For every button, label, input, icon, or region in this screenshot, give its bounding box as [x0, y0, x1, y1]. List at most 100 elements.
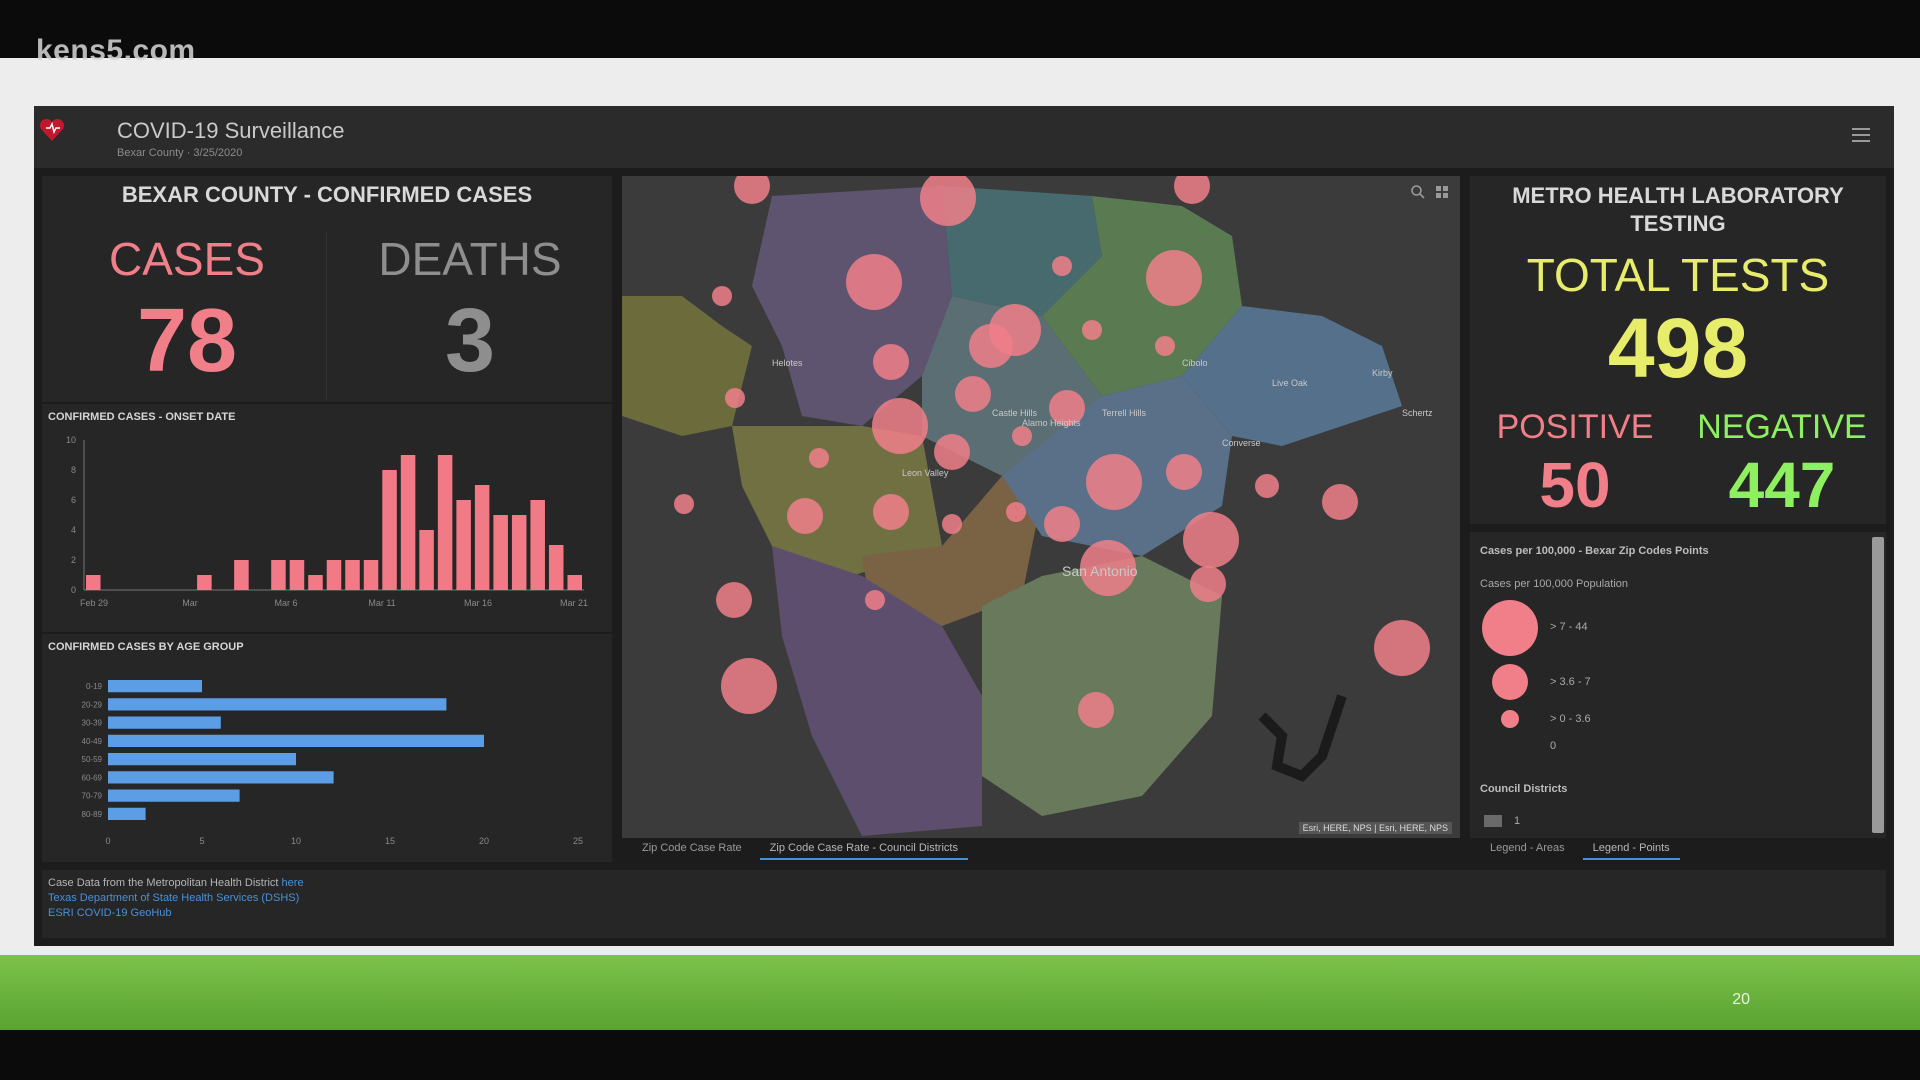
- onset-bar: [456, 500, 471, 590]
- age-y-tick: 70-79: [82, 792, 103, 801]
- age-x-tick: 25: [573, 836, 583, 846]
- age-bar: [108, 698, 447, 711]
- onset-x-tick: Mar 21: [560, 598, 588, 608]
- case-bubble[interactable]: [1086, 454, 1142, 510]
- case-bubble[interactable]: [1012, 426, 1032, 446]
- case-bubble[interactable]: [725, 388, 745, 408]
- case-bubble[interactable]: [712, 286, 732, 306]
- case-bubble[interactable]: [1374, 620, 1430, 676]
- onset-x-tick: Mar: [182, 598, 198, 608]
- map-panel[interactable]: Helotes Leon Valley San Antonio Live Oak Con…: [622, 176, 1460, 838]
- source-link-esri[interactable]: ESRI COVID-19 GeoHub: [48, 906, 172, 921]
- deaths-value: 3: [444, 291, 496, 391]
- tab-legend-areas[interactable]: Legend - Areas: [1480, 838, 1575, 860]
- case-bubble[interactable]: [846, 254, 902, 310]
- case-bubble[interactable]: [1183, 512, 1239, 568]
- onset-bar: [567, 575, 582, 590]
- onset-bar: [511, 515, 527, 590]
- case-bubble[interactable]: [1078, 692, 1114, 728]
- age-y-tick: 0-19: [86, 682, 103, 691]
- map-place-label: Helotes: [772, 358, 803, 368]
- legend-tabs: Legend - Areas Legend - Points: [1480, 838, 1680, 860]
- onset-date-chart: 0 2 4 6 8 10 Feb 29 Mar Mar 6 Mar 11 Mar 16 Mar 21: [66, 435, 588, 608]
- legend-scrollbar[interactable]: [1872, 537, 1884, 833]
- case-bubble[interactable]: [1052, 256, 1072, 276]
- age-bar: [108, 680, 202, 693]
- age-y-tick: 80-89: [82, 810, 103, 819]
- map-canvas[interactable]: Helotes Leon Valley San Antonio Live Oak Con…: [622, 176, 1460, 838]
- onset-bar: [437, 455, 453, 590]
- legend-item-3: > 0 - 3.6: [1550, 713, 1591, 725]
- onset-bar: [493, 515, 508, 590]
- onset-bar: [345, 560, 360, 590]
- case-bubble[interactable]: [955, 376, 991, 412]
- case-bubble[interactable]: [809, 448, 829, 468]
- case-bubble[interactable]: [942, 514, 962, 534]
- cases-value: 78: [136, 291, 238, 391]
- case-bubble[interactable]: [1146, 250, 1202, 306]
- legend-council-swatch: [1484, 815, 1502, 827]
- onset-bar: [326, 560, 342, 590]
- map-place-label: Castle Hills: [992, 408, 1038, 418]
- legend-section-council: Council Districts: [1480, 783, 1568, 795]
- case-bubble[interactable]: [721, 658, 777, 714]
- onset-bar: [419, 530, 434, 590]
- legend-bubble-large: [1482, 600, 1538, 656]
- source-link-here[interactable]: here: [282, 877, 304, 889]
- map-place-label: Kirby: [1372, 368, 1393, 378]
- tab-zip-code-case-rate[interactable]: Zip Code Case Rate: [632, 838, 752, 860]
- case-bubble[interactable]: [1255, 474, 1279, 498]
- age-chart-title: CONFIRMED CASES BY AGE GROUP: [48, 641, 244, 653]
- case-bubble[interactable]: [873, 494, 909, 530]
- case-bubble[interactable]: [1044, 506, 1080, 542]
- case-bubble[interactable]: [1155, 336, 1175, 356]
- map-place-label: Leon Valley: [902, 468, 949, 478]
- case-bubble[interactable]: [1322, 484, 1358, 520]
- case-bubble[interactable]: [873, 344, 909, 380]
- case-bubble[interactable]: [1190, 566, 1226, 602]
- case-bubble[interactable]: [865, 590, 885, 610]
- source-link-dshs[interactable]: Texas Department of State Health Service…: [48, 891, 299, 906]
- case-bubble[interactable]: [1166, 454, 1202, 490]
- map-place-label: Alamo Heights: [1022, 418, 1081, 428]
- legend-title: Cases per 100,000 - Bexar Zip Codes Poin…: [1480, 545, 1709, 557]
- age-y-tick: 50-59: [82, 755, 103, 764]
- case-bubble[interactable]: [872, 398, 928, 454]
- watermark: kens5.com: [36, 34, 196, 67]
- onset-bar: [530, 500, 545, 590]
- negative-value: 447: [1728, 449, 1836, 521]
- dashboard-title: COVID-19 Surveillance: [117, 118, 345, 143]
- map-place-label: San Antonio: [1062, 563, 1138, 579]
- age-bar: [108, 807, 146, 820]
- case-bubble[interactable]: [1082, 320, 1102, 340]
- case-bubble[interactable]: [934, 434, 970, 470]
- age-bar: [108, 716, 221, 729]
- hamburger-menu-icon[interactable]: [1852, 128, 1870, 144]
- onset-bar: [271, 560, 286, 590]
- case-bubble[interactable]: [716, 582, 752, 618]
- onset-bar: [308, 575, 323, 590]
- onset-x-tick: Mar 16: [464, 598, 492, 608]
- case-bubble[interactable]: [674, 494, 694, 514]
- negative-label: NEGATIVE: [1697, 408, 1867, 446]
- age-group-chart: 0-19 20-29 30-39 40-49 50-59 60-69 70-79 80-89 0…: [82, 680, 583, 846]
- search-icon[interactable]: [1410, 184, 1426, 200]
- slide-footer-bar: 20: [0, 955, 1920, 1030]
- legend-bubble-medium: [1492, 664, 1528, 700]
- legend-item-2: > 3.6 - 7: [1550, 676, 1591, 688]
- tab-legend-points[interactable]: Legend - Points: [1582, 838, 1680, 860]
- deaths-label: DEATHS: [378, 233, 562, 285]
- grid-icon[interactable]: [1434, 184, 1450, 200]
- source-line-1-text: Case Data from the Metropolitan Health D…: [48, 877, 279, 889]
- onset-x-tick: Feb 29: [80, 598, 108, 608]
- age-x-tick: 0: [105, 836, 110, 846]
- age-bar: [108, 789, 240, 802]
- case-bubble[interactable]: [1006, 502, 1026, 522]
- cases-label: CASES: [109, 233, 265, 285]
- case-bubble[interactable]: [787, 498, 823, 534]
- onset-bar: [363, 560, 379, 590]
- case-bubble[interactable]: [969, 324, 1013, 368]
- total-tests-label: TOTAL TESTS: [1526, 249, 1830, 301]
- tab-council-districts[interactable]: Zip Code Case Rate - Council Districts: [759, 838, 968, 860]
- panel-divider: [42, 402, 612, 404]
